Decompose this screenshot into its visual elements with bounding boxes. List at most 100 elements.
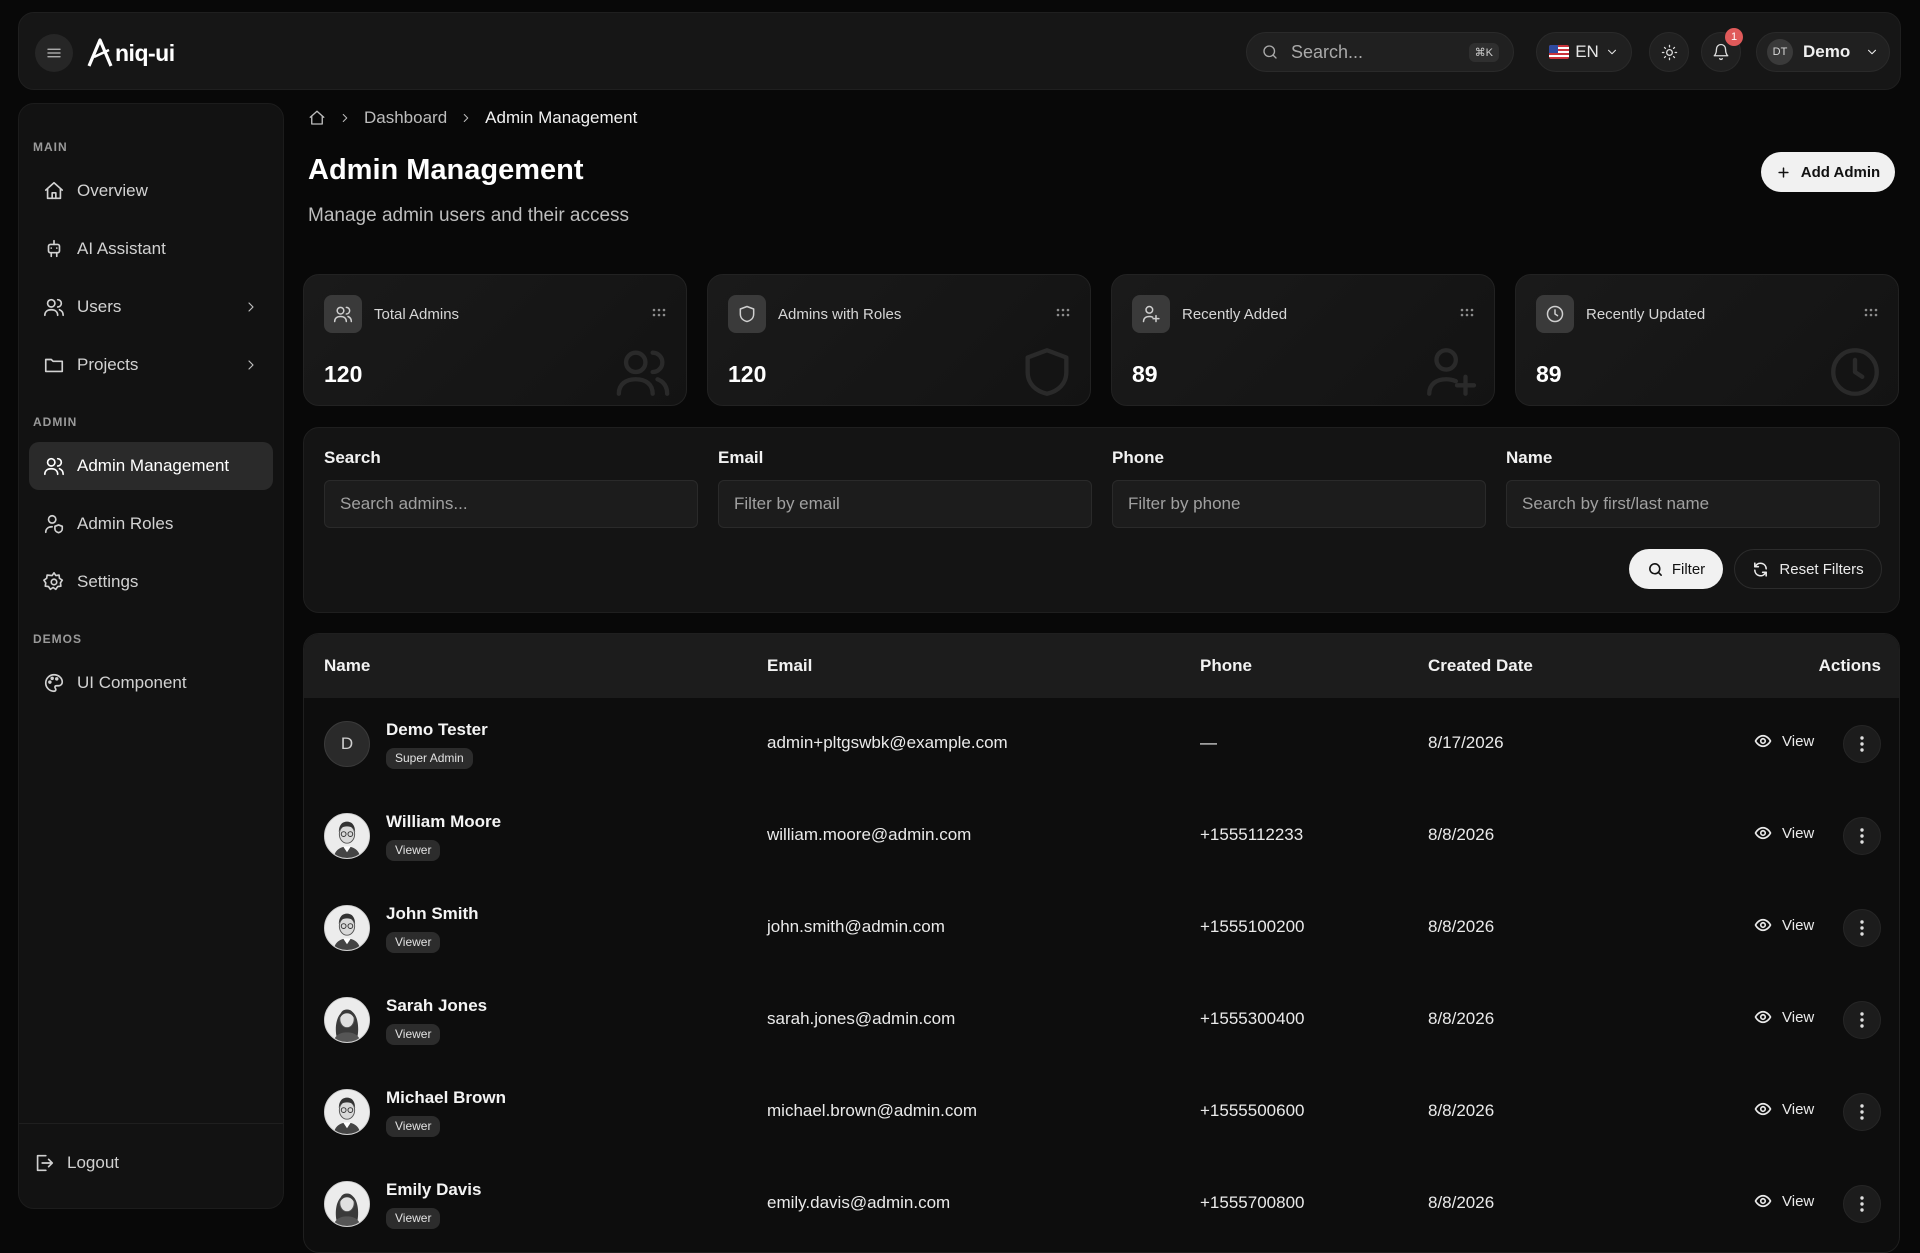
row-actions-menu-button[interactable] [1843,1093,1881,1131]
filter-group-email: Email [718,448,1092,528]
admin-name: Demo Tester [386,720,488,739]
view-button[interactable]: View [1754,824,1814,842]
admin-phone: +1555100200 [1200,917,1305,936]
language-label: EN [1575,42,1599,61]
sidebar-item-ai-assistant[interactable]: AI Assistant [29,225,273,273]
row-actions-menu-button[interactable] [1843,909,1881,947]
row-actions-menu-button[interactable] [1843,817,1881,855]
avatar: D [324,721,370,767]
filter-button[interactable]: Filter [1629,549,1723,589]
sidebar-section-main: MAIN [33,140,68,154]
breadcrumb-link-dashboard[interactable]: Dashboard [364,108,447,128]
sidebar-item-projects[interactable]: Projects [29,341,273,389]
admin-email: michael.brown@admin.com [767,1101,978,1120]
row-actions-menu-button[interactable] [1843,725,1881,763]
sidebar-item-admin-roles[interactable]: Admin Roles [29,500,273,548]
sidebar-item-ui-component[interactable]: UI Component [29,659,273,707]
view-button[interactable]: View [1754,916,1814,934]
search-admins-input[interactable] [324,480,698,528]
hamburger-icon [47,48,61,58]
admin-name: Emily Davis [386,1180,482,1199]
shield-watermark-icon [1025,348,1069,396]
more-vertical-icon [1860,736,1864,752]
global-search[interactable]: Search... ⌘K [1246,32,1514,72]
more-vertical-icon [1860,920,1864,936]
stat-value: 89 [1536,361,1562,387]
language-selector[interactable]: EN [1536,32,1632,72]
admin-name: Michael Brown [386,1088,506,1107]
row-actions-menu-button[interactable] [1843,1185,1881,1223]
filter-group-name: Name [1506,448,1880,528]
admin-name: Sarah Jones [386,996,488,1015]
column-header-name[interactable]: Name [324,656,370,676]
sidebar-item-settings[interactable]: Settings [29,558,273,606]
avatar [324,1089,370,1135]
admin-phone: +1555112233 [1200,825,1304,844]
sidebar: MAIN Overview AI Assistant Users Project… [18,103,284,1209]
table-header: Name Email Phone Created Date Actions [304,634,1899,698]
user-menu-button[interactable]: DT Demo [1756,32,1890,72]
column-header-created-date[interactable]: Created Date [1428,656,1533,676]
admin-phone: — [1200,733,1217,752]
home-icon[interactable] [308,109,326,127]
robot-icon [47,239,61,258]
view-button[interactable]: View [1754,1100,1814,1118]
admin-name: William Moore [386,812,502,831]
sidebar-item-admin-management[interactable]: Admin Management [29,442,273,490]
eye-icon [1754,826,1772,840]
view-button[interactable]: View [1754,732,1814,750]
sidebar-item-overview[interactable]: Overview [29,167,273,215]
stat-label: Recently Added [1182,306,1288,323]
logout-button[interactable]: Logout [29,1142,273,1184]
more-vertical-icon [1860,1196,1864,1212]
reset-filters-button[interactable]: Reset Filters [1734,549,1882,589]
admin-phone: +1555500600 [1200,1101,1305,1120]
view-button-label: View [1782,1100,1815,1118]
theme-toggle-button[interactable] [1649,32,1689,72]
notifications-button[interactable]: 1 [1701,28,1743,72]
table-row: Emily Davis Viewer emily.davis@admin.com +1… [304,1158,1899,1250]
eye-icon [1754,1102,1772,1116]
name-filter-input[interactable] [1506,480,1880,528]
filter-button-label: Filter [1671,560,1706,578]
logout-label: Logout [67,1153,119,1172]
sidebar-item-label: Admin Management [77,456,230,475]
sun-icon [1661,44,1677,60]
admin-name: John Smith [386,904,479,923]
phone-filter-input[interactable] [1112,480,1486,528]
stat-card-admins-with-roles: Admins with Roles 120 [707,274,1091,406]
add-admin-button[interactable]: Add Admin [1761,152,1895,192]
role-badge: Super Admin [386,748,473,769]
admin-created-date: 8/8/2026 [1428,1009,1495,1028]
sidebar-item-users[interactable]: Users [29,283,273,331]
bell-icon [1713,43,1729,61]
stat-card-total-admins: Total Admins 120 [303,274,687,406]
email-filter-input[interactable] [718,480,1092,528]
eye-icon [1754,734,1772,748]
column-header-email[interactable]: Email [767,656,812,676]
drag-handle-icon[interactable] [1056,308,1070,318]
admin-phone: +1555300400 [1200,1009,1305,1028]
gear-icon [43,572,64,591]
breadcrumb: Dashboard Admin Management [308,108,637,128]
drag-handle-icon[interactable] [652,308,666,318]
column-header-phone[interactable]: Phone [1200,656,1252,676]
filter-group-search: Search [324,448,698,528]
table-row: Michael Brown Viewer michael.brown@admin.c… [304,1066,1899,1158]
admin-created-date: 8/17/2026 [1428,733,1504,752]
search-icon [1648,562,1662,576]
menu-toggle-button[interactable] [35,34,73,72]
chevron-right-icon [248,302,254,312]
home-icon [44,181,64,200]
drag-handle-icon[interactable] [1460,308,1474,318]
admin-email: john.smith@admin.com [767,917,945,936]
app-logo[interactable]: niq-ui [87,33,175,73]
view-button[interactable]: View [1754,1008,1814,1026]
row-actions-menu-button[interactable] [1843,1001,1881,1039]
palette-icon [45,673,64,693]
table-row: John Smith Viewer john.smith@admin.com +155… [304,882,1899,974]
column-header-actions: Actions [1818,656,1881,675]
search-shortcut-hint: ⌘K [1468,42,1499,62]
view-button[interactable]: View [1754,1192,1814,1210]
drag-handle-icon[interactable] [1864,308,1878,318]
